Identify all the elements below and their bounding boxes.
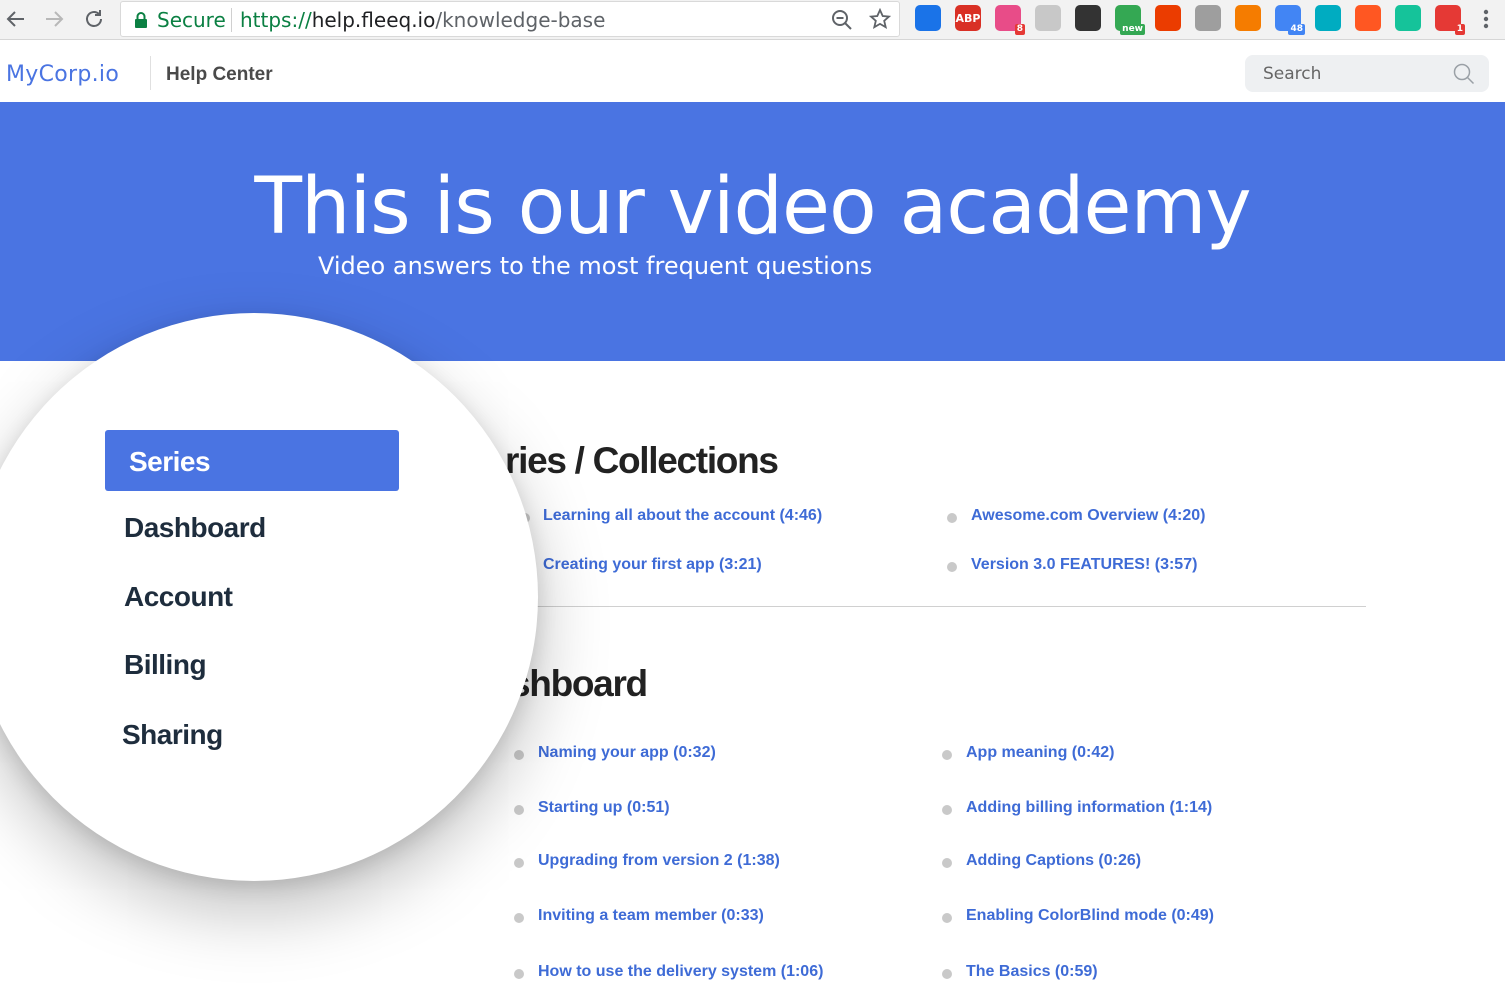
ghost-extension-icon[interactable] bbox=[1035, 5, 1061, 31]
site-header: MyCorp.io Help Center bbox=[0, 40, 1505, 102]
forward-button[interactable] bbox=[41, 6, 67, 32]
url-text[interactable]: https://help.fleeq.io/knowledge-base bbox=[240, 8, 605, 32]
section-title-series: ries / Collections bbox=[505, 440, 779, 481]
bullet bbox=[942, 750, 952, 760]
category-billing[interactable]: Billing bbox=[124, 649, 207, 681]
secure-label: Secure bbox=[157, 8, 226, 32]
bullet bbox=[514, 750, 524, 760]
video-link[interactable]: The Basics (0:59) bbox=[966, 963, 1098, 981]
reload-icon bbox=[86, 10, 102, 27]
search-box bbox=[1245, 55, 1489, 92]
category-sharing[interactable]: Sharing bbox=[122, 719, 223, 751]
extension-badge: new bbox=[1120, 24, 1145, 35]
video-link[interactable]: Enabling ColorBlind mode (0:49) bbox=[966, 907, 1214, 925]
bullet bbox=[514, 913, 524, 923]
bullet bbox=[947, 562, 957, 572]
help-center-link[interactable]: Help Center bbox=[166, 64, 273, 86]
bullet bbox=[942, 858, 952, 868]
video-link[interactable]: Inviting a team member (0:33) bbox=[538, 907, 764, 925]
more-menu-icon[interactable] bbox=[1478, 8, 1494, 30]
video-extension-icon[interactable] bbox=[915, 5, 941, 31]
video-link[interactable]: Learning all about the account (4:46) bbox=[543, 507, 822, 525]
translate-extension-icon[interactable] bbox=[1355, 5, 1381, 31]
bullet bbox=[942, 969, 952, 979]
reload-button[interactable] bbox=[81, 6, 107, 32]
header-divider bbox=[150, 56, 151, 90]
video-link[interactable]: App meaning (0:42) bbox=[966, 744, 1114, 762]
play-extension-icon[interactable] bbox=[1235, 5, 1261, 31]
category-account[interactable]: Account bbox=[124, 581, 233, 613]
calendar-icon[interactable]: 48 bbox=[1275, 5, 1305, 35]
address-bar[interactable]: Secure https://help.fleeq.io/knowledge-b… bbox=[120, 1, 900, 37]
bullet bbox=[947, 513, 957, 523]
alert-extension-icon[interactable]: 1 bbox=[1435, 5, 1465, 35]
video-link[interactable]: Creating your first app (3:21) bbox=[543, 556, 762, 574]
eye-extension-icon[interactable] bbox=[1315, 5, 1341, 31]
bullet bbox=[942, 913, 952, 923]
category-dashboard[interactable]: Dashboard bbox=[124, 512, 266, 544]
video-link[interactable]: Starting up (0:51) bbox=[538, 799, 670, 817]
extension-badge: 8 bbox=[1014, 24, 1025, 35]
back-button[interactable] bbox=[3, 6, 29, 32]
grammarly-icon[interactable] bbox=[1395, 5, 1421, 31]
video-link[interactable]: Version 3.0 FEATURES! (3:57) bbox=[971, 556, 1197, 574]
video-link[interactable]: Naming your app (0:32) bbox=[538, 744, 716, 762]
video-link[interactable]: Awesome.com Overview (4:20) bbox=[971, 507, 1205, 525]
hero-title: This is our video academy bbox=[254, 162, 1251, 252]
url-path: /knowledge-base bbox=[435, 8, 606, 32]
bullet bbox=[514, 969, 524, 979]
incognito-agent-icon[interactable] bbox=[1075, 5, 1101, 31]
section-title-dashboard: shboard bbox=[510, 663, 648, 704]
bookmark-star-icon[interactable] bbox=[869, 8, 891, 30]
extension-label: ABP bbox=[955, 11, 981, 25]
video-link[interactable]: How to use the delivery system (1:06) bbox=[538, 963, 823, 981]
logo[interactable]: MyCorp.io bbox=[6, 62, 119, 87]
adblock-icon[interactable]: ABP bbox=[955, 5, 981, 31]
bullet bbox=[514, 805, 524, 815]
hunter-icon[interactable] bbox=[1195, 5, 1221, 31]
video-link[interactable]: Adding billing information (1:14) bbox=[966, 799, 1212, 817]
video-link[interactable]: Upgrading from version 2 (1:38) bbox=[538, 852, 780, 870]
category-series[interactable]: Series bbox=[105, 430, 399, 491]
hero-subtitle: Video answers to the most frequent quest… bbox=[318, 252, 873, 280]
browser-toolbar: Secure https://help.fleeq.io/knowledge-b… bbox=[0, 0, 1505, 40]
back-arrow-icon bbox=[6, 11, 24, 27]
url-host: help.fleeq.io bbox=[311, 8, 436, 32]
android-new-icon[interactable]: new bbox=[1115, 5, 1145, 35]
search-icon[interactable] bbox=[1453, 63, 1475, 85]
search-input[interactable] bbox=[1245, 55, 1445, 92]
office-icon[interactable] bbox=[1155, 5, 1181, 31]
section-divider bbox=[520, 606, 1366, 607]
zoom-icon[interactable] bbox=[831, 9, 853, 31]
mixmax-icon[interactable]: 8 bbox=[995, 5, 1025, 35]
extension-badge: 1 bbox=[1454, 24, 1465, 35]
bullet bbox=[942, 805, 952, 815]
url-scheme: https:// bbox=[240, 8, 312, 32]
url-separator bbox=[231, 8, 232, 32]
category-magnifier: Series Dashboard Account Billing Sharing bbox=[0, 313, 538, 881]
lock-icon bbox=[135, 12, 147, 28]
extension-badge: 48 bbox=[1288, 24, 1305, 35]
bullet bbox=[514, 858, 524, 868]
video-link[interactable]: Adding Captions (0:26) bbox=[966, 852, 1141, 870]
forward-arrow-icon bbox=[46, 11, 64, 27]
